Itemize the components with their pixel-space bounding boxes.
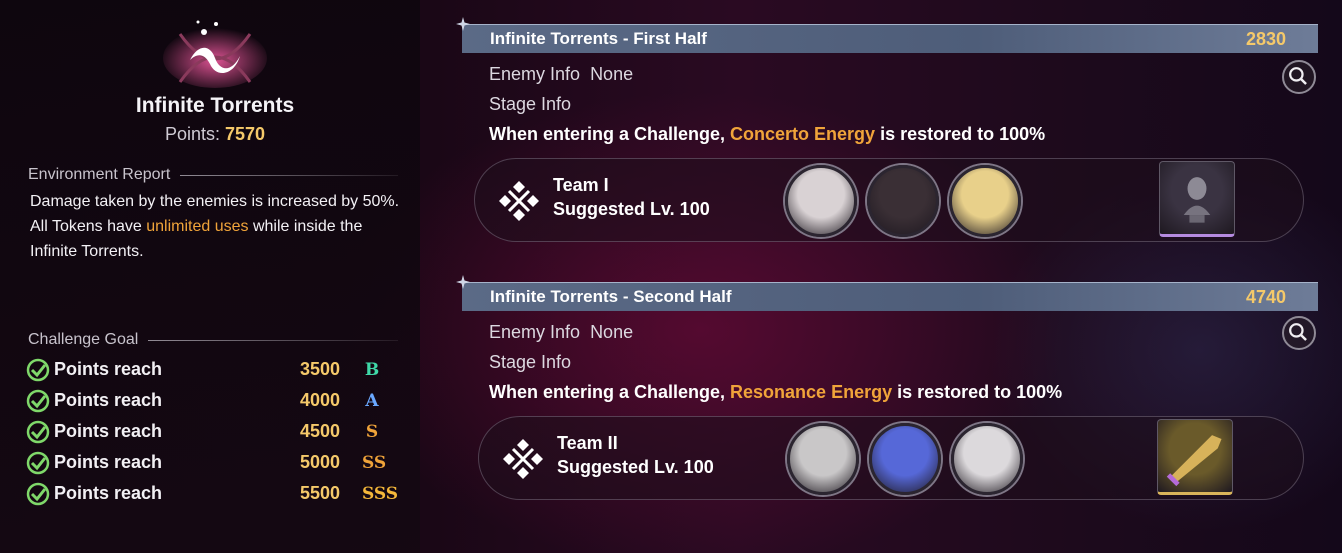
enemy-info-value: None [590, 64, 634, 84]
environment-line-2: All Tokens have unlimited uses while ins… [30, 214, 410, 264]
stage-info-label: Stage Info [489, 352, 572, 372]
check-icon [26, 482, 50, 505]
enemy-info-label: Enemy Info [489, 322, 581, 342]
mode-title: Infinite Torrents [135, 94, 295, 117]
check-icon [26, 420, 50, 443]
echo-item-slot[interactable] [1159, 161, 1235, 237]
goal-row: Points reach 5500 SSS [26, 478, 399, 509]
goal-value: 5000 [299, 452, 340, 472]
challenge-goal-list: Points reach 3500 B Points reach 4000 A … [26, 354, 399, 509]
concerto-energy-highlight: Concerto Energy [730, 124, 876, 144]
bust-statue-icon [1183, 177, 1211, 223]
sparkle-icon [456, 275, 470, 289]
goal-label: Points reach [54, 390, 163, 410]
environment-line-1: Damage taken by the enemies is increased… [30, 193, 400, 210]
golden-sword-icon [1166, 435, 1222, 487]
points-label: Points: [164, 124, 220, 144]
team-emblem-icon [503, 439, 543, 479]
team-name: Team II [557, 433, 618, 453]
goal-value: 4000 [299, 390, 340, 410]
goal-label: Points reach [54, 452, 163, 472]
rank-s-icon: S [365, 421, 379, 442]
challenge-banner: Infinite Torrents - First Half 2830 [456, 17, 1318, 53]
goal-label: Points reach [54, 483, 163, 503]
description-pre: When entering a Challenge, [489, 124, 731, 144]
stage-info-description: When entering a Challenge, Resonance Ene… [489, 382, 1062, 403]
goal-row: Points reach 4500 S [26, 416, 396, 447]
points-value: 7570 [225, 124, 266, 144]
team-slot[interactable]: Team I Suggested Lv. 100 [474, 158, 1304, 242]
enemy-info: Enemy Info None [489, 64, 633, 85]
goal-row: Points reach 5000 SS [26, 447, 396, 478]
magnifier-icon [1289, 323, 1307, 341]
enemy-info-value: None [590, 322, 634, 342]
left-panel: Infinite Torrents Points: 7570 Environme… [0, 0, 420, 553]
check-icon [26, 389, 50, 412]
challenge-second-half: Infinite Torrents - Second Half 4740 Ene… [456, 275, 1318, 502]
unlimited-uses-highlight: unlimited uses [146, 218, 249, 235]
environment-line-2-pre: All Tokens have [30, 218, 147, 235]
challenge-title: Infinite Torrents - Second Half [490, 287, 732, 306]
goal-label: Points reach [54, 421, 163, 441]
goal-value: 4500 [299, 421, 340, 441]
description-pre: When entering a Challenge, [489, 382, 731, 402]
sparkle-icon [456, 17, 470, 31]
team-name: Team I [553, 175, 609, 195]
challenge-title: Infinite Torrents - First Half [490, 29, 707, 48]
check-icon [26, 358, 50, 381]
environment-heading-text: Environment Report [28, 166, 171, 183]
echo-item-slot[interactable] [1157, 419, 1233, 495]
goal-label: Points reach [54, 359, 163, 379]
check-icon [26, 451, 50, 474]
character-portrait[interactable] [785, 165, 857, 237]
rank-ss-icon: SS [362, 452, 387, 473]
enemy-search-button[interactable] [1282, 316, 1316, 350]
character-portrait[interactable] [951, 423, 1023, 495]
challenge-first-half: Infinite Torrents - First Half 2830 Enem… [456, 17, 1318, 244]
description-post: is restored to 100% [875, 124, 1046, 144]
challenge-banner: Infinite Torrents - Second Half 4740 [456, 275, 1318, 311]
goal-value: 5500 [299, 483, 340, 503]
rank-a-icon: A [365, 390, 379, 411]
rank-b-icon: B [364, 359, 380, 380]
character-portrait[interactable] [867, 165, 939, 237]
goal-row: Points reach 3500 B [26, 354, 396, 385]
divider [180, 174, 398, 176]
resonance-energy-highlight: Resonance Energy [730, 382, 893, 402]
stage-info-label: Stage Info [489, 94, 572, 114]
environment-report-heading: Environment Report [28, 166, 398, 184]
goal-value: 3500 [299, 359, 340, 379]
team-slot[interactable]: Team II Suggested Lv. 100 [478, 416, 1304, 500]
enemy-info-label: Enemy Info [489, 64, 581, 84]
divider [148, 339, 398, 341]
rank-sss-icon: SSS [362, 483, 399, 504]
challenge-goal-heading: Challenge Goal [28, 331, 398, 349]
team-suggested-level: Suggested Lv. 100 [553, 199, 710, 219]
character-portrait[interactable] [949, 165, 1021, 237]
total-points: Points: 7570 [0, 124, 430, 145]
challenge-goal-heading-text: Challenge Goal [28, 331, 139, 348]
enemy-search-button[interactable] [1282, 60, 1316, 94]
character-portrait[interactable] [787, 423, 859, 495]
challenge-points: 2830 [1245, 28, 1286, 49]
stage-info-description: When entering a Challenge, Concerto Ener… [489, 124, 1045, 145]
challenge-points: 4740 [1245, 286, 1286, 307]
enemy-info: Enemy Info None [489, 322, 633, 343]
character-portrait[interactable] [869, 423, 941, 495]
team-emblem-icon [499, 181, 539, 221]
team-suggested-level: Suggested Lv. 100 [557, 457, 714, 477]
description-post: is restored to 100% [892, 382, 1063, 402]
infinite-torrents-emblem-icon [163, 20, 267, 88]
goal-row: Points reach 4000 A [26, 385, 396, 416]
magnifier-icon [1289, 67, 1307, 85]
environment-report: Damage taken by the enemies is increased… [30, 189, 410, 264]
